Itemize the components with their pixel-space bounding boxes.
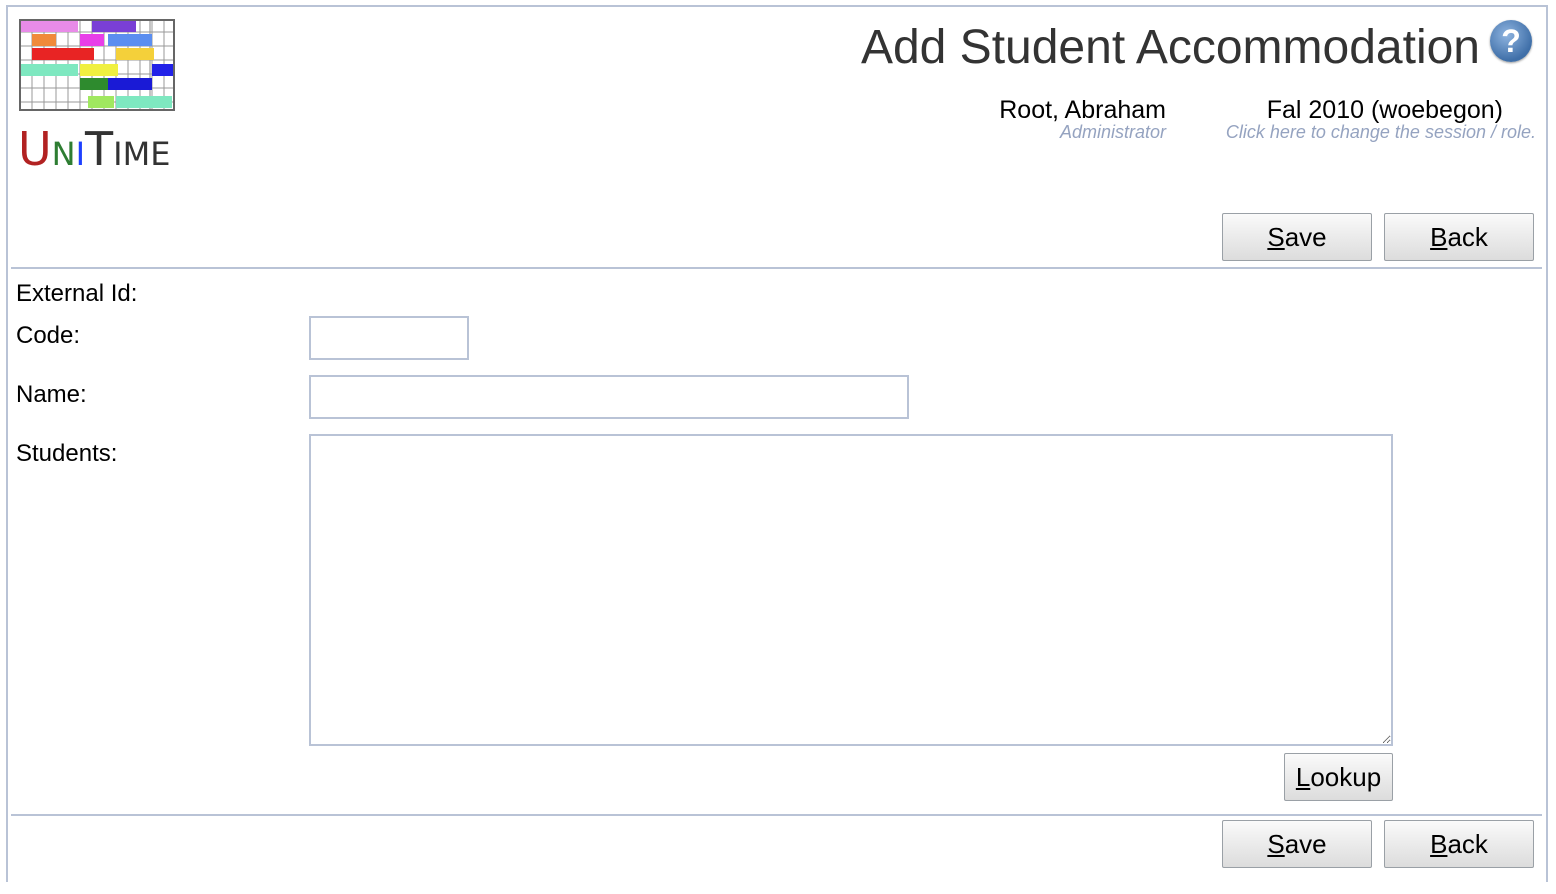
lookup-label: ookup bbox=[1310, 762, 1382, 792]
save-button-top[interactable]: Save bbox=[1222, 213, 1372, 261]
session-change-hint[interactable]: Click here to change the session / role. bbox=[1226, 122, 1536, 143]
save-access-key: S bbox=[1267, 222, 1285, 252]
page-title: Add Student Accommodation bbox=[860, 21, 1480, 74]
back-access-key: B bbox=[1430, 829, 1448, 859]
name-input[interactable] bbox=[309, 375, 909, 419]
external-id-label: External Id: bbox=[16, 280, 138, 307]
back-access-key: B bbox=[1430, 222, 1448, 252]
lookup-button[interactable]: Lookup bbox=[1284, 753, 1393, 801]
code-input[interactable] bbox=[309, 316, 469, 360]
students-textarea[interactable] bbox=[309, 434, 1393, 746]
back-label: ack bbox=[1447, 829, 1488, 859]
user-role[interactable]: Administrator bbox=[1060, 122, 1166, 143]
header-divider bbox=[11, 267, 1542, 269]
logo-letter: I bbox=[75, 135, 86, 173]
code-label: Code: bbox=[16, 322, 81, 349]
save-label: ave bbox=[1284, 829, 1327, 859]
save-access-key: S bbox=[1267, 829, 1285, 859]
save-button-bottom[interactable]: Save bbox=[1222, 820, 1372, 868]
students-label: Students: bbox=[16, 440, 118, 467]
save-label: ave bbox=[1284, 222, 1327, 252]
logo-letter: N bbox=[51, 135, 76, 173]
help-icon[interactable]: ? bbox=[1490, 20, 1532, 62]
user-name[interactable]: Root, Abraham bbox=[999, 96, 1166, 125]
name-label: Name: bbox=[16, 381, 87, 408]
logo-letter: IME bbox=[113, 135, 171, 173]
session-name[interactable]: Fal 2010 (woebegon) bbox=[1267, 96, 1503, 125]
unitime-logo bbox=[19, 19, 175, 111]
lookup-access-key: L bbox=[1295, 762, 1311, 792]
footer-divider bbox=[11, 814, 1542, 816]
logo-letter: U bbox=[18, 122, 52, 176]
back-button-bottom[interactable]: Back bbox=[1384, 820, 1534, 868]
back-button-top[interactable]: Back bbox=[1384, 213, 1534, 261]
back-label: ack bbox=[1447, 222, 1488, 252]
unitime-logo-text: UNITIME bbox=[18, 122, 170, 176]
logo-letter: T bbox=[85, 122, 114, 176]
